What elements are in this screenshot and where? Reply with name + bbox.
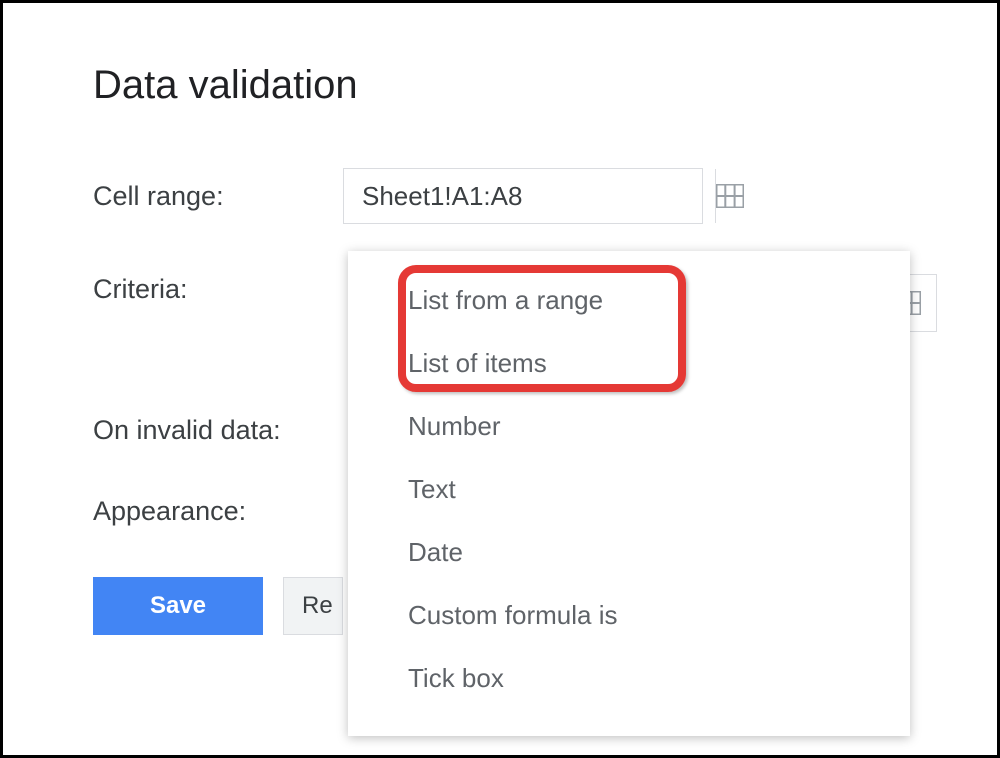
cell-range-input[interactable] bbox=[344, 169, 715, 223]
criteria-label: Criteria: bbox=[93, 274, 343, 305]
criteria-option-tick-box[interactable]: Tick box bbox=[348, 647, 910, 710]
criteria-option-number[interactable]: Number bbox=[348, 395, 910, 458]
grid-icon bbox=[716, 184, 744, 208]
cell-range-input-wrapper bbox=[343, 168, 703, 224]
save-button[interactable]: Save bbox=[93, 577, 263, 635]
cell-range-row: Cell range: bbox=[93, 168, 907, 224]
dialog-title: Data validation bbox=[93, 63, 907, 108]
criteria-dropdown-menu: List from a range List of items Number T… bbox=[348, 251, 910, 736]
criteria-option-date[interactable]: Date bbox=[348, 521, 910, 584]
cell-range-label: Cell range: bbox=[93, 181, 343, 212]
cancel-button[interactable]: Re bbox=[283, 577, 343, 635]
criteria-option-list-from-range[interactable]: List from a range bbox=[348, 269, 910, 332]
select-range-button[interactable] bbox=[715, 169, 744, 223]
criteria-option-custom-formula[interactable]: Custom formula is bbox=[348, 584, 910, 647]
criteria-option-text[interactable]: Text bbox=[348, 458, 910, 521]
invalid-data-label: On invalid data: bbox=[93, 415, 281, 446]
data-validation-dialog: Data validation Cell range: Criteria: bbox=[0, 0, 1000, 758]
criteria-option-list-of-items[interactable]: List of items bbox=[348, 332, 910, 395]
appearance-label: Appearance: bbox=[93, 496, 343, 527]
